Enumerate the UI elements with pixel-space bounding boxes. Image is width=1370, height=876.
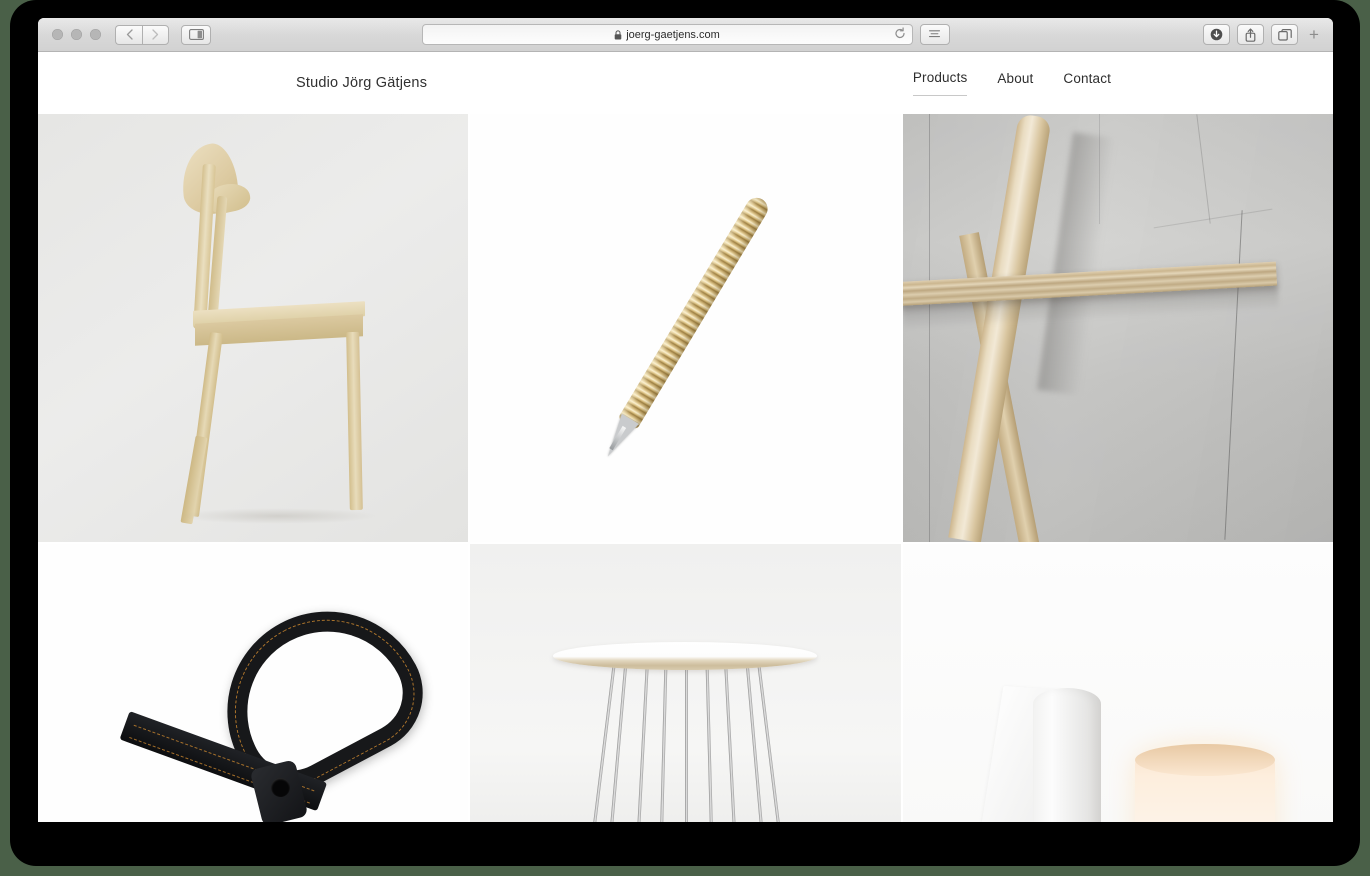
share-icon — [1245, 27, 1256, 42]
minimize-button[interactable] — [71, 29, 82, 40]
url-display: joerg-gaetjens.com — [614, 29, 720, 41]
downloads-icon — [1210, 28, 1223, 41]
reload-button[interactable] — [894, 26, 906, 42]
sidebar-toggle-button[interactable] — [181, 24, 211, 45]
chevron-right-icon — [152, 29, 159, 40]
new-tab-button[interactable]: + — [1303, 22, 1325, 48]
history-navigation — [115, 24, 169, 45]
reload-icon — [894, 26, 905, 38]
back-button[interactable] — [115, 24, 142, 45]
product-tile-black-leather-strap[interactable] — [38, 544, 469, 822]
site-navigation: Products About Contact — [912, 70, 1111, 96]
browser-window: joerg-gaetjens.com + Studio Jörg Gätjens… — [38, 18, 1333, 822]
site-header: Studio Jörg Gätjens Products About Conta… — [38, 52, 1333, 114]
product-tile-wire-base-side-table[interactable] — [470, 544, 901, 822]
forward-button[interactable] — [142, 24, 169, 45]
leather-strap-image — [98, 576, 444, 822]
site-brand[interactable]: Studio Jörg Gätjens — [296, 75, 427, 91]
sidebar-icon — [188, 29, 204, 40]
toolbar-right-group: + — [1203, 22, 1325, 48]
address-bar[interactable]: joerg-gaetjens.com — [421, 24, 913, 45]
product-grid — [38, 114, 1333, 822]
nav-link-products[interactable]: Products — [912, 70, 968, 96]
brass-spring-pen-image — [597, 193, 774, 464]
zoom-button[interactable] — [90, 29, 101, 40]
url-text: joerg-gaetjens.com — [626, 28, 720, 41]
web-page: Studio Jörg Gätjens Products About Conta… — [38, 52, 1333, 822]
tab-overview-button[interactable] — [1271, 24, 1298, 45]
window-controls — [52, 29, 101, 40]
product-tile-brass-spring-pen[interactable] — [470, 114, 901, 542]
product-tile-cork-tealight-holders[interactable] — [902, 544, 1333, 822]
wooden-chair-image — [158, 136, 408, 536]
product-tile-plywood-wall-shelf[interactable] — [902, 114, 1333, 542]
reader-view-button[interactable] — [919, 24, 950, 45]
cork-tealight-image — [903, 682, 1333, 822]
product-tile-wooden-chair[interactable] — [38, 114, 469, 542]
nav-link-contact[interactable]: Contact — [1063, 71, 1111, 96]
address-bar-region: joerg-gaetjens.com — [421, 24, 950, 45]
plywood-shelf-image — [902, 114, 1333, 542]
close-button[interactable] — [52, 29, 63, 40]
share-button[interactable] — [1237, 24, 1264, 45]
nav-link-about[interactable]: About — [997, 71, 1033, 96]
browser-toolbar: joerg-gaetjens.com + — [38, 18, 1333, 52]
lock-icon — [614, 29, 622, 39]
tab-overview-icon — [1277, 28, 1292, 41]
reader-view-icon — [929, 30, 940, 38]
chevron-left-icon — [126, 29, 133, 40]
wire-table-image — [535, 622, 835, 822]
downloads-button[interactable] — [1203, 24, 1230, 45]
